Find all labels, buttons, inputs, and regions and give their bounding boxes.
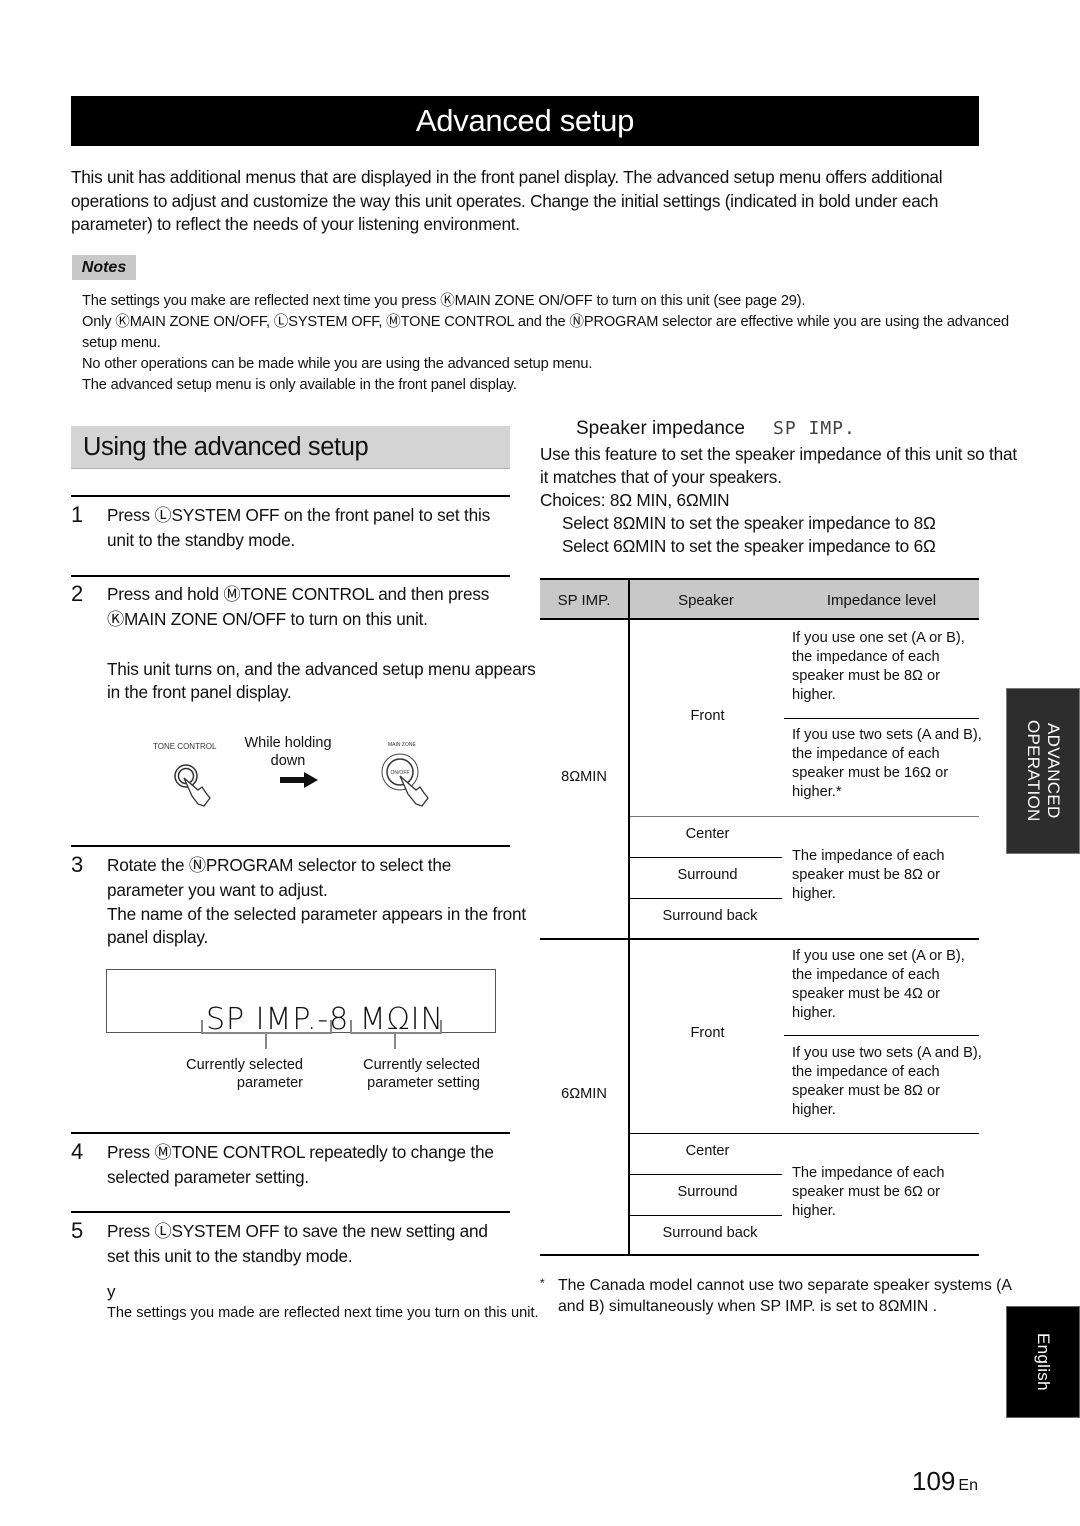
footnote-marker: * xyxy=(540,1276,545,1290)
step-divider xyxy=(71,575,510,577)
section-heading: Using the advanced setup xyxy=(71,426,510,469)
row-divider xyxy=(630,898,782,899)
impedance-front-two-sets: If you use two sets (A and B), the imped… xyxy=(792,1045,982,1118)
note-item: The settings you make are reflected next… xyxy=(82,293,806,309)
step-number: 1 xyxy=(71,502,84,527)
select-line: Select 8ΩMIN to set the speaker impedanc… xyxy=(562,513,936,533)
page-number-value: 109 xyxy=(912,1466,956,1496)
tone-control-label: TONE CONTROL xyxy=(153,742,217,751)
row-divider xyxy=(630,1133,979,1134)
step-divider xyxy=(71,1211,510,1213)
main-zone-on-off-button-icon: ON/OFF xyxy=(381,753,429,807)
speaker-center: Center xyxy=(685,826,730,842)
step-detail: The name of the selected parameter appea… xyxy=(107,904,526,947)
while-holding-label: While holding down xyxy=(244,735,332,769)
side-tab-label: ADVANCED OPERATION xyxy=(1024,720,1063,822)
row-divider xyxy=(630,857,782,858)
step-text: Press ⓁSYSTEM OFF on the front panel to … xyxy=(107,505,491,550)
button-illustration: TONE CONTROL While holding down MAIN ZON… xyxy=(140,728,450,818)
impedance-front-one-set: If you use one set (A or B), the impedan… xyxy=(792,948,965,1021)
notes-list: The settings you make are reflected next… xyxy=(82,291,1012,396)
speaker-center: Center xyxy=(685,1143,730,1159)
page-title: Advanced setup xyxy=(415,103,635,138)
footnote-text: The Canada model cannot use two separate… xyxy=(558,1277,1012,1315)
speaker-surround: Surround xyxy=(677,1184,738,1200)
step-text: Press ⓂTONE CONTROL repeatedly to change… xyxy=(107,1142,494,1187)
table-header: SP IMP. Speaker Impedance level xyxy=(540,578,979,620)
description: Use this feature to set the speaker impe… xyxy=(540,444,1017,487)
speaker-impedance-body: Use this feature to set the speaker impe… xyxy=(540,443,1020,558)
subsection-lcd-label: SP IMP. xyxy=(773,418,856,439)
impedance-front-two-sets: If you use two sets (A and B), the imped… xyxy=(792,727,982,800)
group-divider xyxy=(540,938,979,940)
page-title-bar: Advanced setup xyxy=(71,96,979,146)
tone-control-button-icon xyxy=(174,764,211,807)
setting-8-ohm: 8ΩMIN xyxy=(561,769,607,785)
subsection-title: Speaker impedance xyxy=(576,418,745,439)
main-zone-label: MAIN ZONE xyxy=(388,742,416,748)
choices: Choices: 8Ω MIN, 6ΩMIN xyxy=(540,490,730,510)
header-sp-imp: SP IMP. xyxy=(557,591,611,609)
impedance-front-one-set: If you use one set (A or B), the impedan… xyxy=(792,630,965,703)
row-divider xyxy=(784,1035,979,1036)
notes-label: Notes xyxy=(72,255,136,280)
step-number: 4 xyxy=(71,1139,84,1164)
side-tab-english[interactable]: English xyxy=(1006,1306,1080,1418)
step-number: 2 xyxy=(71,581,84,606)
setting-6-ohm: 6ΩMIN xyxy=(561,1086,607,1102)
step-text: Rotate the ⓃPROGRAM selector to select t… xyxy=(107,855,452,900)
note-item: Only ⓀMAIN ZONE ON/OFF, ⓁSYSTEM OFF, ⓂTO… xyxy=(82,314,1009,351)
speaker-impedance-heading: Speaker impedance SP IMP. xyxy=(576,418,856,440)
right-arrow-icon xyxy=(280,772,318,788)
speaker-surround: Surround xyxy=(677,867,738,883)
impedance-others: The impedance of each speaker must be 8Ω… xyxy=(792,848,945,902)
callout-setting: Currently selected parameter setting xyxy=(363,1057,480,1091)
step-divider xyxy=(71,495,510,497)
impedance-others: The impedance of each speaker must be 6Ω… xyxy=(792,1165,945,1219)
footnote: * The Canada model cannot use two separa… xyxy=(540,1275,1030,1317)
page-lang-suffix: En xyxy=(958,1477,978,1494)
step-text: Press and hold ⓂTONE CONTROL and then pr… xyxy=(107,584,490,629)
select-line: Select 6ΩMIN to set the speaker impedanc… xyxy=(562,536,936,556)
tip-icon: y xyxy=(107,1282,116,1301)
step-divider xyxy=(71,1132,510,1134)
speaker-front: Front xyxy=(690,1025,725,1041)
note-item: No other operations can be made while yo… xyxy=(82,356,593,372)
row-divider xyxy=(784,718,979,719)
speaker-surround-back: Surround back xyxy=(662,1225,758,1241)
side-tab-advanced-operation[interactable]: ADVANCED OPERATION xyxy=(1006,688,1080,854)
step-number: 3 xyxy=(71,852,84,877)
row-divider xyxy=(630,1215,782,1216)
tip-text: The settings you made are reflected next… xyxy=(107,1305,539,1321)
step-text: Press ⓁSYSTEM OFF to save the new settin… xyxy=(107,1221,488,1266)
step-number: 5 xyxy=(71,1218,84,1243)
speaker-surround-back: Surround back xyxy=(662,908,758,924)
table-bottom-rule xyxy=(540,1254,979,1256)
speaker-front: Front xyxy=(690,708,725,724)
intro-paragraph: This unit has additional menus that are … xyxy=(71,167,943,234)
note-item: The advanced setup menu is only availabl… xyxy=(82,377,517,393)
header-speaker: Speaker xyxy=(678,591,734,609)
page-number: 109 En xyxy=(912,1466,978,1497)
callout-parameter: Currently selected parameter xyxy=(186,1057,303,1091)
header-impedance-level: Impedance level xyxy=(826,591,937,609)
step-detail: This unit turns on, and the advanced set… xyxy=(107,659,536,702)
side-tab-label: English xyxy=(1034,1333,1053,1391)
row-divider xyxy=(630,816,979,817)
step-divider xyxy=(71,845,510,847)
svg-text:ON/OFF: ON/OFF xyxy=(391,770,410,776)
row-divider xyxy=(630,1174,782,1175)
